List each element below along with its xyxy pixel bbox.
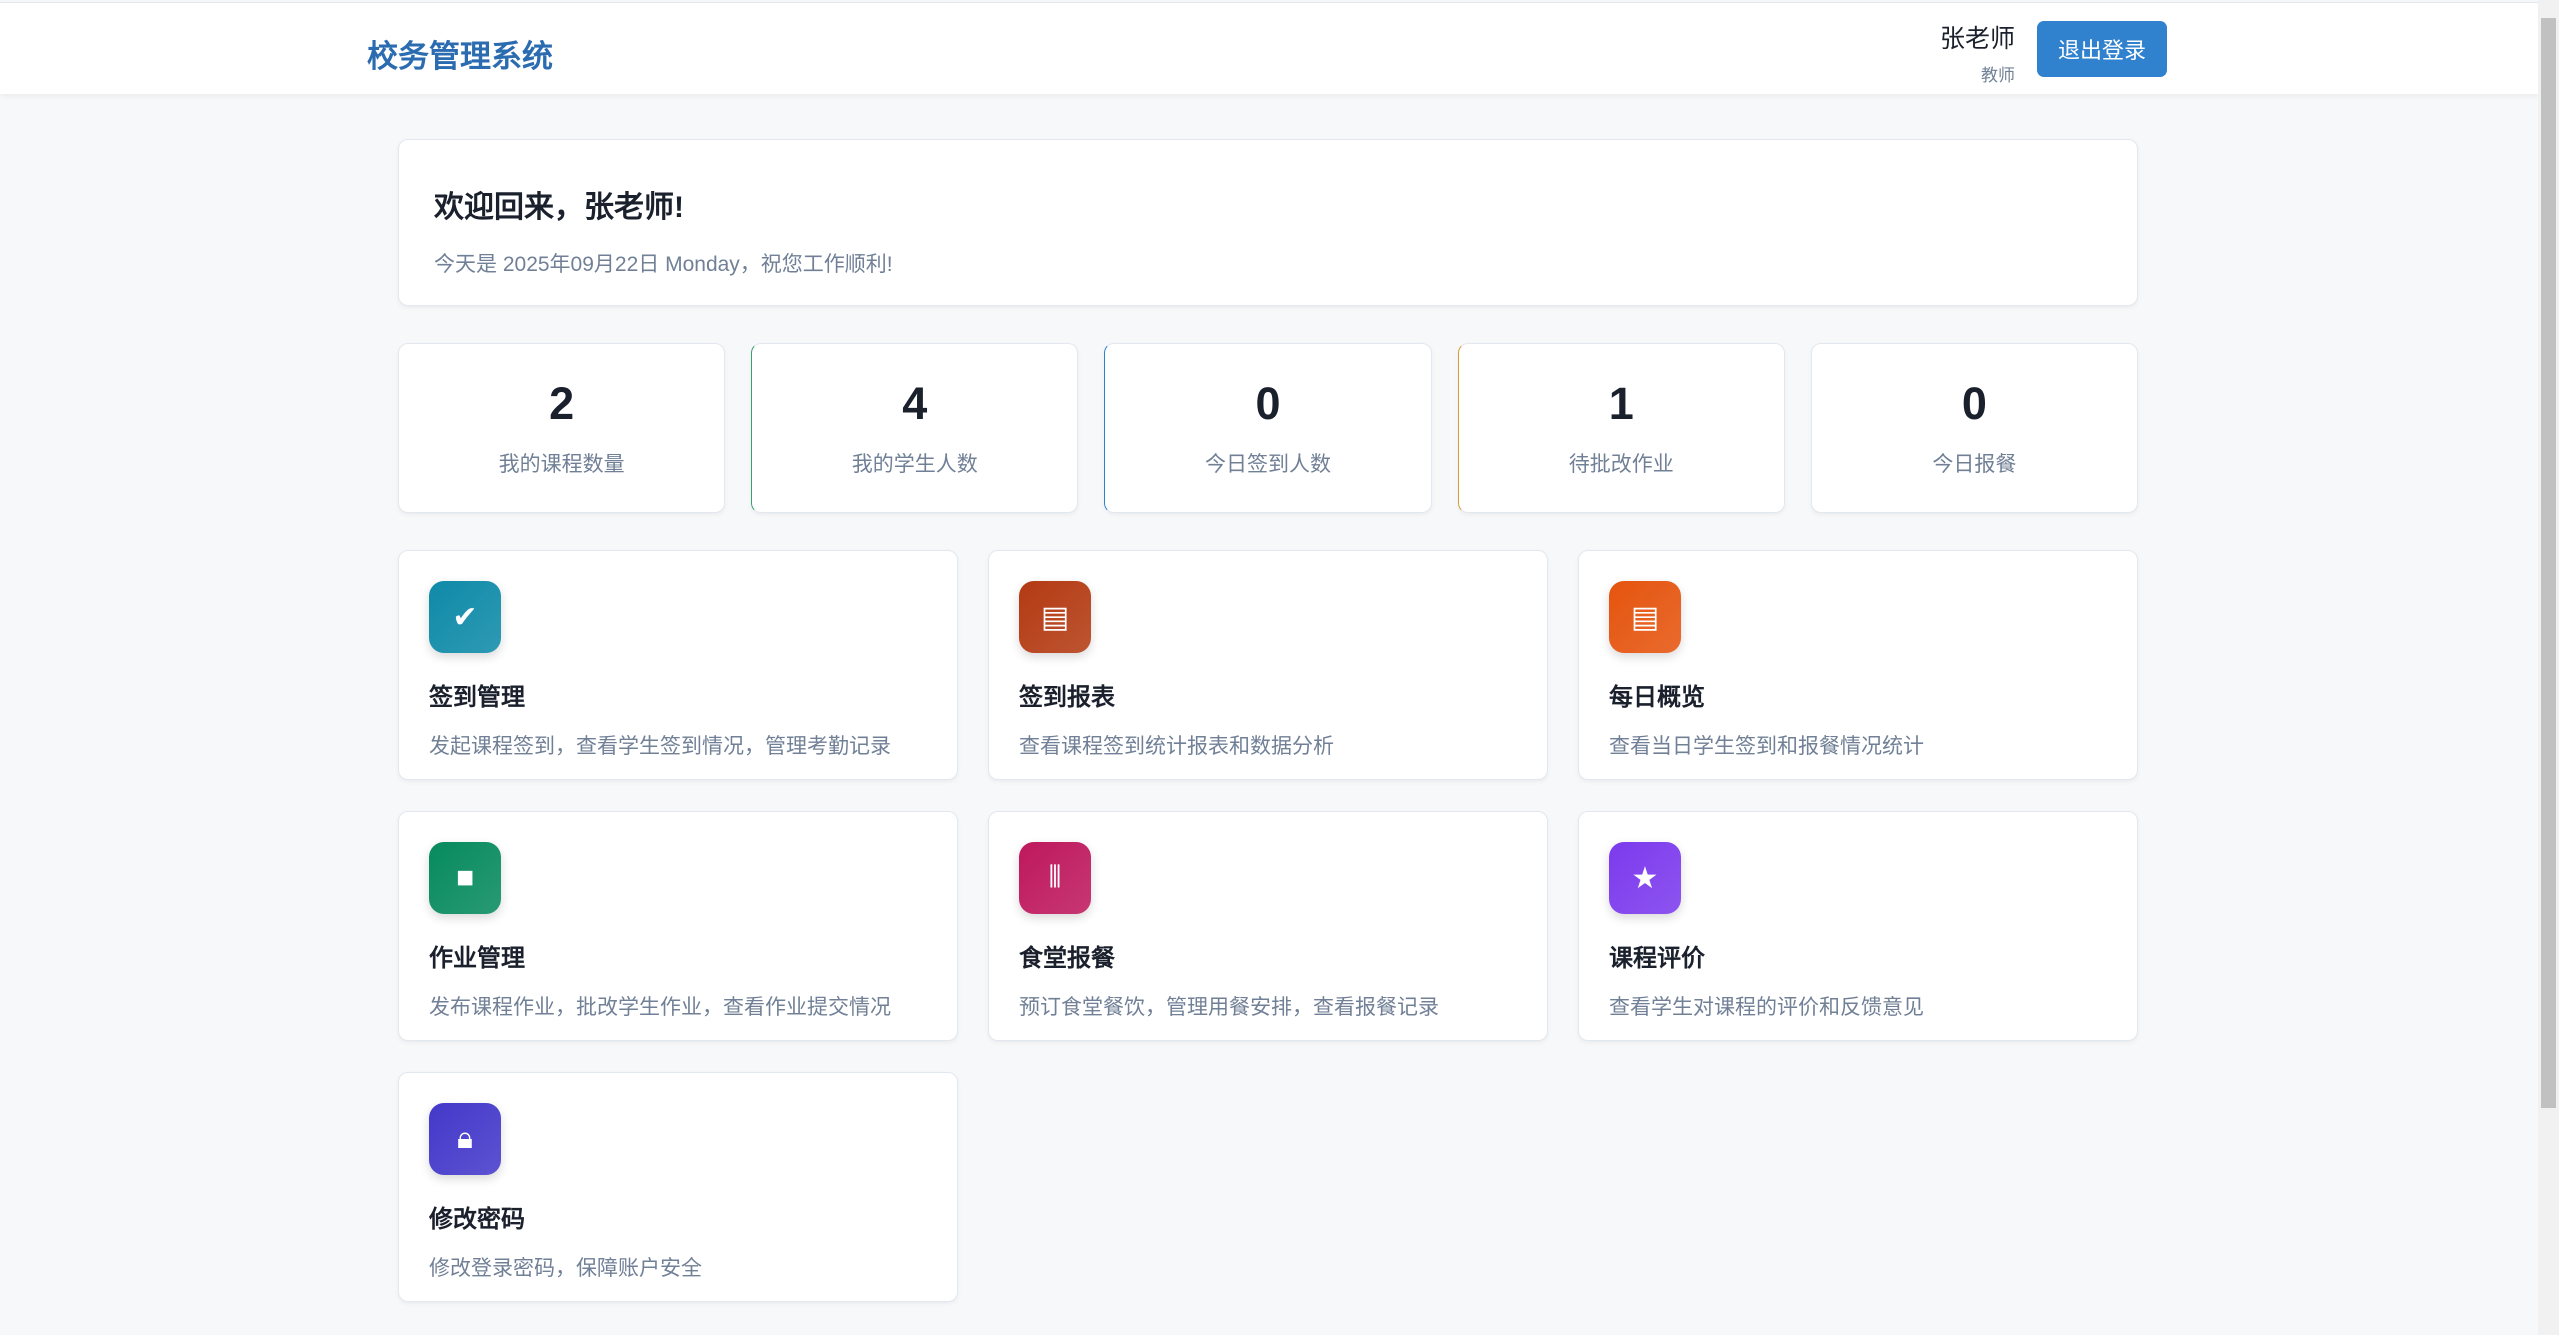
stats-row: 2 我的课程数量 4 我的学生人数 0 今日签到人数 1 待批改作业 0 今日报… — [398, 343, 2138, 513]
report-icon: ▤ — [1019, 581, 1091, 653]
stat-value: 1 — [1459, 378, 1784, 430]
feature-card[interactable]: ★ 课程评价 查看学生对课程的评价和反馈意见 — [1578, 811, 2138, 1041]
stat-card: 0 今日签到人数 — [1104, 343, 1431, 513]
feature-title: 课程评价 — [1609, 938, 2107, 973]
feature-card[interactable]: ■ 作业管理 发布课程作业，批改学生作业，查看作业提交情况 — [398, 811, 958, 1041]
feature-card[interactable]: ⦀ 食堂报餐 预订食堂餐饮，管理用餐安排，查看报餐记录 — [988, 811, 1548, 1041]
feature-desc: 查看课程签到统计报表和数据分析 — [1019, 730, 1517, 760]
overview-icon: ▤ — [1609, 581, 1681, 653]
stat-label: 今日签到人数 — [1105, 448, 1430, 478]
stat-label: 我的课程数量 — [399, 448, 724, 478]
user-role: 教师 — [1940, 61, 2015, 86]
feature-card[interactable]: ▤ 签到报表 查看课程签到统计报表和数据分析 — [988, 550, 1548, 780]
stat-value: 4 — [752, 378, 1077, 430]
welcome-card: 欢迎回来，张老师! 今天是 2025年09月22日 Monday，祝您工作顺利! — [398, 139, 2138, 306]
feature-desc: 查看当日学生签到和报餐情况统计 — [1609, 730, 2107, 760]
user-name: 张老师 — [1940, 19, 2015, 55]
scrollbar[interactable] — [2538, 0, 2559, 1335]
check-icon: ✔ — [429, 581, 501, 653]
feature-title: 食堂报餐 — [1019, 938, 1517, 973]
stat-value: 2 — [399, 378, 724, 430]
stat-label: 我的学生人数 — [752, 448, 1077, 478]
feature-card[interactable]: ▤ 每日概览 查看当日学生签到和报餐情况统计 — [1578, 550, 2138, 780]
stat-card: 2 我的课程数量 — [398, 343, 725, 513]
stat-card: 1 待批改作业 — [1458, 343, 1785, 513]
feature-grid: ✔ 签到管理 发起课程签到，查看学生签到情况，管理考勤记录 ▤ 签到报表 查看课… — [398, 550, 2138, 1302]
feature-title: 每日概览 — [1609, 677, 2107, 712]
star-icon: ★ — [1609, 842, 1681, 914]
stat-value: 0 — [1105, 378, 1430, 430]
main-content: 欢迎回来，张老师! 今天是 2025年09月22日 Monday，祝您工作顺利!… — [398, 139, 2138, 1302]
lock-icon: 🔒︎ — [429, 1103, 501, 1175]
user-info: 张老师 教师 — [1940, 19, 2015, 86]
stat-value: 0 — [1812, 378, 2137, 430]
stat-card: 0 今日报餐 — [1811, 343, 2138, 513]
top-header: 校务管理系统 张老师 教师 退出登录 — [0, 2, 2538, 94]
stat-label: 今日报餐 — [1812, 448, 2137, 478]
feature-title: 作业管理 — [429, 938, 927, 973]
logout-button[interactable]: 退出登录 — [2037, 21, 2167, 77]
scrollbar-thumb[interactable] — [2541, 18, 2556, 1108]
welcome-subtitle: 今天是 2025年09月22日 Monday，祝您工作顺利! — [434, 248, 2102, 278]
feature-card[interactable]: 🔒︎ 修改密码 修改登录密码，保障账户安全 — [398, 1072, 958, 1302]
utensils-icon: ⦀ — [1019, 842, 1091, 914]
stat-label: 待批改作业 — [1459, 448, 1784, 478]
app-title: 校务管理系统 — [367, 31, 553, 76]
feature-desc: 发起课程签到，查看学生签到情况，管理考勤记录 — [429, 730, 927, 760]
feature-desc: 修改登录密码，保障账户安全 — [429, 1252, 927, 1282]
feature-desc: 发布课程作业，批改学生作业，查看作业提交情况 — [429, 991, 927, 1021]
feature-title: 修改密码 — [429, 1199, 927, 1234]
feature-desc: 查看学生对课程的评价和反馈意见 — [1609, 991, 2107, 1021]
feature-title: 签到报表 — [1019, 677, 1517, 712]
welcome-title: 欢迎回来，张老师! — [434, 182, 2102, 226]
document-icon: ■ — [429, 842, 501, 914]
feature-desc: 预订食堂餐饮，管理用餐安排，查看报餐记录 — [1019, 991, 1517, 1021]
stat-card: 4 我的学生人数 — [751, 343, 1078, 513]
feature-card[interactable]: ✔ 签到管理 发起课程签到，查看学生签到情况，管理考勤记录 — [398, 550, 958, 780]
feature-title: 签到管理 — [429, 677, 927, 712]
